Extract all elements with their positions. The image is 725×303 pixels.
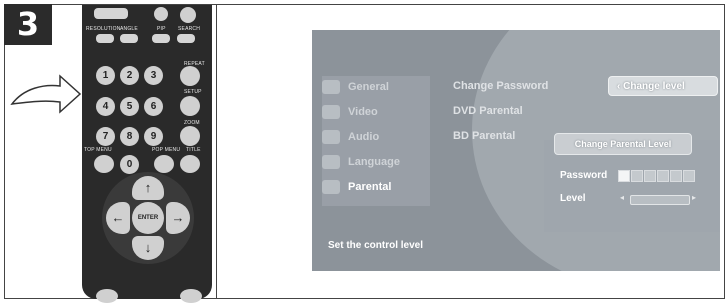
tv-screen: General Video Audio Language Parental Ch… bbox=[312, 30, 720, 271]
number-2-button[interactable]: 2 bbox=[120, 66, 139, 85]
number-1-button[interactable]: 1 bbox=[96, 66, 115, 85]
general-icon bbox=[322, 80, 340, 94]
change-parental-level-button[interactable]: Change Parental Level bbox=[554, 133, 692, 155]
menu-item-label: General bbox=[348, 81, 389, 93]
status-message: Set the control level bbox=[328, 240, 424, 251]
number-5-button[interactable]: 5 bbox=[120, 97, 139, 116]
pop-menu-button[interactable] bbox=[154, 155, 174, 173]
column-divider bbox=[216, 4, 217, 299]
blank-top-button[interactable] bbox=[154, 7, 168, 21]
up-arrow-button[interactable]: ↑ bbox=[132, 176, 164, 200]
enter-button[interactable]: ENTER bbox=[132, 202, 164, 234]
search-label: SEARCH bbox=[178, 26, 201, 32]
video-icon bbox=[322, 105, 340, 119]
number-3-button[interactable]: 3 bbox=[144, 66, 163, 85]
down-arrow-button[interactable]: ↓ bbox=[132, 236, 164, 260]
number-4-button[interactable]: 4 bbox=[96, 97, 115, 116]
menu-item-general[interactable]: General bbox=[322, 78, 389, 96]
submenu-dvd-parental[interactable]: DVD Parental bbox=[453, 105, 523, 117]
menu-item-language[interactable]: Language bbox=[322, 153, 400, 171]
number-8-button[interactable]: 8 bbox=[120, 127, 139, 146]
menu-item-audio[interactable]: Audio bbox=[322, 128, 379, 146]
title-button[interactable] bbox=[180, 155, 200, 173]
menu-item-parental[interactable]: Parental bbox=[322, 178, 391, 196]
submenu-change-password[interactable]: Change Password bbox=[453, 80, 548, 92]
power-button[interactable] bbox=[94, 8, 128, 19]
menu-item-label: Video bbox=[348, 106, 378, 118]
resolution-label: RESOLUTION bbox=[86, 26, 121, 32]
setup-label: SETUP bbox=[184, 89, 202, 95]
password-label: Password bbox=[560, 170, 608, 181]
search-button[interactable] bbox=[177, 34, 195, 43]
title-label: TITLE bbox=[186, 147, 201, 153]
level-slider[interactable]: ◂ ▸ bbox=[618, 193, 702, 205]
angle-button[interactable] bbox=[120, 34, 138, 43]
pop-menu-label: POP MENU bbox=[152, 147, 181, 153]
language-icon bbox=[322, 155, 340, 169]
eject-button[interactable] bbox=[180, 7, 196, 23]
audio-icon bbox=[322, 130, 340, 144]
resolution-button[interactable] bbox=[96, 34, 114, 43]
number-6-button[interactable]: 6 bbox=[144, 97, 163, 116]
right-arrow-button[interactable]: → bbox=[166, 202, 190, 234]
level-label: Level bbox=[560, 193, 586, 204]
menu-item-label: Parental bbox=[348, 181, 392, 193]
zoom-button[interactable] bbox=[180, 126, 200, 146]
angle-label: ANGLE bbox=[120, 26, 138, 32]
parental-icon bbox=[322, 180, 340, 194]
remote-control: RESOLUTION ANGLE PIP SEARCH REPEAT 1 2 3… bbox=[82, 5, 212, 303]
change-level-button[interactable]: ‹ Change level bbox=[608, 76, 718, 96]
direction-pad: ↑ ↓ ← → ENTER bbox=[102, 172, 194, 264]
left-arrow-button[interactable]: ← bbox=[106, 202, 130, 234]
pip-button[interactable] bbox=[152, 34, 170, 43]
pip-label: PIP bbox=[157, 26, 166, 32]
top-menu-label: TOP MENU bbox=[84, 147, 112, 153]
number-0-button[interactable]: 0 bbox=[120, 155, 139, 174]
change-level-label: Change level bbox=[623, 81, 685, 92]
pointing-arrow-icon bbox=[10, 74, 82, 114]
arrow-right-icon: ▸ bbox=[692, 193, 697, 202]
top-menu-button[interactable] bbox=[94, 155, 114, 173]
submenu-bd-parental[interactable]: BD Parental bbox=[453, 130, 515, 142]
arrow-left-icon: ◂ bbox=[620, 193, 625, 202]
level-slider-track bbox=[630, 195, 690, 205]
repeat-button[interactable] bbox=[180, 66, 200, 86]
bottom-left-button[interactable] bbox=[96, 289, 118, 303]
menu-item-video[interactable]: Video bbox=[322, 103, 378, 121]
setup-button[interactable] bbox=[180, 96, 200, 116]
zoom-label: ZOOM bbox=[184, 120, 200, 126]
bottom-right-button[interactable] bbox=[180, 289, 202, 303]
number-9-button[interactable]: 9 bbox=[144, 127, 163, 146]
password-input[interactable] bbox=[618, 170, 696, 182]
chevron-left-icon: ‹ bbox=[617, 81, 621, 92]
step-number: 3 bbox=[4, 4, 52, 45]
menu-item-label: Audio bbox=[348, 131, 380, 143]
number-7-button[interactable]: 7 bbox=[96, 127, 115, 146]
menu-item-label: Language bbox=[348, 156, 400, 168]
